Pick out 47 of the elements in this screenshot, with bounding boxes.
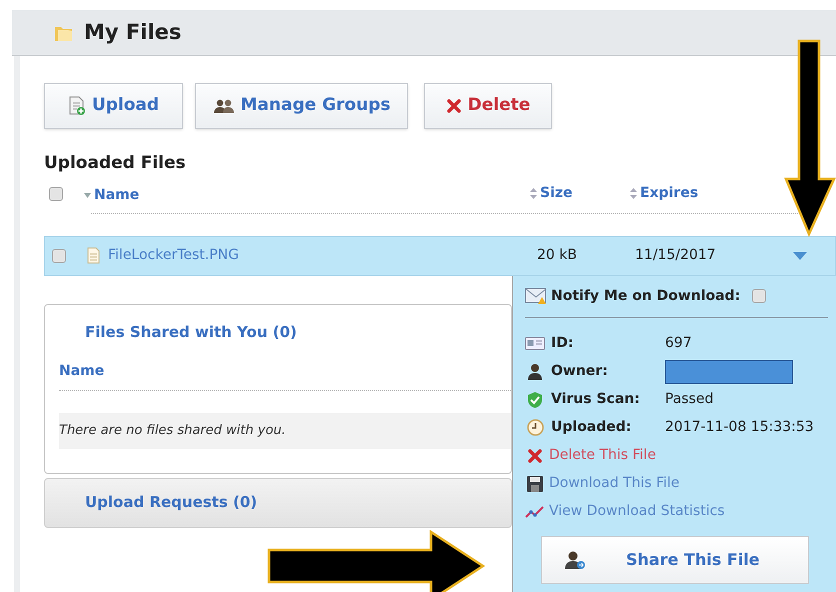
document-icon [87, 247, 100, 264]
field-label: ID: [551, 334, 574, 353]
column-header[interactable]: Size [530, 182, 573, 204]
section-title: Uploaded Files [44, 152, 186, 175]
field-value: 697 [665, 334, 692, 353]
document-add-icon [68, 96, 86, 116]
shield-check-icon [527, 390, 543, 408]
upload-button[interactable]: Upload [44, 83, 183, 129]
field-label: Owner: [551, 362, 609, 381]
expand-toggle-icon[interactable] [793, 252, 807, 260]
people-icon [212, 98, 234, 114]
field-value: 2017-11-08 15:33:53 [665, 418, 814, 437]
notify-checkbox[interactable] [752, 289, 766, 303]
column-header: Name [59, 362, 104, 381]
action-link[interactable]: View Download Statistics [549, 501, 725, 522]
envelope-warning-icon [525, 288, 547, 304]
field-label: Uploaded: [551, 418, 632, 437]
row-checkbox[interactable] [52, 248, 66, 262]
expiry-date: 11/15/2017 [635, 246, 717, 265]
person-share-icon [564, 550, 586, 570]
action-link[interactable]: Download This File [549, 473, 680, 494]
file-name[interactable]: FileLockerTest.PNG [108, 245, 537, 266]
clock-icon [526, 419, 544, 436]
field-value: Passed [665, 390, 714, 409]
column-header[interactable]: Expires [630, 182, 698, 204]
notify-label: Notify Me on Download: [551, 286, 740, 306]
id-card-icon [525, 337, 545, 350]
select-all-checkbox[interactable] [49, 186, 63, 200]
empty-message: There are no files shared with you. [59, 422, 286, 440]
column-header[interactable]: Name [84, 185, 140, 206]
share-button[interactable]: Share This File [541, 536, 809, 584]
panel-title[interactable]: Files Shared with You (0) [85, 320, 297, 343]
file-row[interactable]: FileLockerTest.PNG 20 kB 11/15/2017 [44, 236, 836, 276]
manage-groups-button[interactable]: Manage Groups [195, 83, 408, 129]
page-title: My Files [84, 18, 182, 46]
action-link[interactable]: Delete This File [549, 445, 656, 466]
line-chart-icon [525, 504, 545, 518]
person-icon [527, 363, 543, 380]
cross-icon [527, 448, 543, 464]
sort-icon [530, 188, 537, 198]
field-label: Virus Scan: [551, 390, 641, 409]
file-size: 20 kB [537, 246, 578, 265]
sort-icon [630, 188, 637, 198]
delete-button[interactable]: Delete [424, 83, 552, 129]
cross-icon [446, 98, 462, 114]
sort-descending-icon [84, 193, 91, 198]
upload-requests-panel[interactable]: Upload Requests (0) [44, 478, 512, 528]
